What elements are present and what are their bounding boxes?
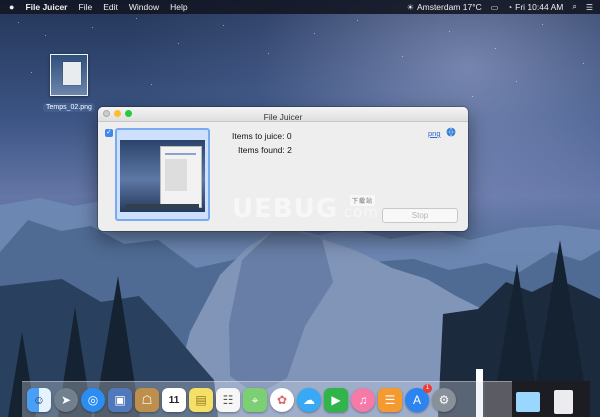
globe-icon[interactable] bbox=[446, 127, 456, 137]
dock: ☺ ➤ ◎ ▣ ☖ 11 ▤ ☷ ⌖ ✿ ☁ ▶ ♫ ☰ A 1 ⚙ bbox=[22, 381, 512, 417]
png-format-link[interactable]: png bbox=[428, 129, 441, 138]
weather-text: Amsterdam 17°C bbox=[416, 2, 482, 12]
app-store-badge: 1 bbox=[423, 384, 432, 393]
menu-bar: ● File Juicer File Edit Window Help ☀ Am… bbox=[0, 0, 600, 14]
stop-button[interactable]: Stop bbox=[382, 208, 458, 223]
window-titlebar[interactable]: File Juicer bbox=[98, 107, 468, 122]
items-found-value: 2 bbox=[287, 145, 292, 155]
minimize-button[interactable] bbox=[114, 110, 121, 117]
menu-bar-left: ● File Juicer File Edit Window Help bbox=[0, 2, 188, 12]
clock-icon: ◔ bbox=[507, 2, 513, 12]
messages-icon[interactable]: ☁ bbox=[297, 388, 321, 412]
itunes-icon[interactable]: ♫ bbox=[351, 388, 375, 412]
zoom-button[interactable] bbox=[125, 110, 132, 117]
clock-status[interactable]: ◔ Fri 10:44 AM bbox=[507, 2, 563, 12]
menu-file[interactable]: File bbox=[79, 2, 93, 12]
menu-edit[interactable]: Edit bbox=[103, 2, 118, 12]
items-to-juice: Items to juice: 0 bbox=[232, 131, 292, 141]
window-title: File Juicer bbox=[263, 112, 303, 122]
trash-icon[interactable] bbox=[554, 390, 573, 414]
menu-help[interactable]: Help bbox=[170, 2, 187, 12]
system-preferences-icon[interactable]: ⚙ bbox=[432, 388, 456, 412]
menu-window[interactable]: Window bbox=[129, 2, 159, 12]
include-checkbox[interactable]: ✓ bbox=[105, 129, 113, 137]
maps-icon[interactable]: ⌖ bbox=[243, 388, 267, 412]
screenshot-thumbnail bbox=[120, 140, 205, 212]
items-found-label: Items found: bbox=[238, 145, 285, 155]
preview-icon[interactable]: ▣ bbox=[108, 388, 132, 412]
clock-text: Fri 10:44 AM bbox=[515, 2, 564, 12]
apple-logo-icon[interactable]: ● bbox=[9, 2, 14, 12]
desktop-file-name: Temps_02.png bbox=[43, 103, 95, 112]
airplay-icon[interactable]: ▭ bbox=[491, 3, 499, 12]
calendar-icon[interactable]: 11 bbox=[162, 388, 186, 412]
desktop: ● File Juicer File Edit Window Help ☀ Am… bbox=[0, 0, 600, 417]
app-store-icon[interactable]: A 1 bbox=[405, 384, 432, 412]
notification-center-icon[interactable]: ☰ bbox=[586, 3, 593, 12]
calendar-day: 11 bbox=[168, 394, 180, 406]
safari-icon[interactable]: ◎ bbox=[81, 388, 105, 412]
contacts-icon[interactable]: ☖ bbox=[135, 388, 159, 412]
photos-icon[interactable]: ✿ bbox=[270, 388, 294, 412]
items-found: Items found: 2 bbox=[238, 145, 292, 155]
menu-app-name[interactable]: File Juicer bbox=[25, 2, 67, 12]
items-to-juice-value: 0 bbox=[286, 131, 292, 141]
spotlight-search-icon[interactable]: ⌕ bbox=[572, 2, 576, 12]
desktop-file-temps[interactable]: Temps_02.png bbox=[40, 54, 98, 114]
site-watermark: UEBUG.com 下载站 bbox=[232, 194, 379, 224]
reminders-icon[interactable]: ☷ bbox=[216, 388, 240, 412]
watermark-text: UEBUG bbox=[232, 194, 339, 224]
thumbnail-window bbox=[160, 146, 202, 208]
thumbnail-dock bbox=[126, 204, 199, 209]
downloads-folder-icon[interactable] bbox=[516, 392, 540, 412]
launchpad-icon[interactable]: ➤ bbox=[54, 388, 78, 412]
selected-file-preview[interactable] bbox=[115, 128, 210, 221]
finder-icon[interactable]: ☺ bbox=[27, 388, 51, 412]
menu-bar-status: ☀ Amsterdam 17°C ▭ ◔ Fri 10:44 AM ⌕ ☰ bbox=[407, 0, 593, 14]
weather-icon: ☀ bbox=[406, 2, 414, 12]
watermark-chinese: 下载站 bbox=[350, 195, 376, 206]
ibooks-icon[interactable]: ☰ bbox=[378, 388, 402, 412]
window-traffic-lights bbox=[103, 110, 132, 117]
close-button[interactable] bbox=[103, 110, 110, 117]
png-file-icon bbox=[50, 54, 88, 96]
weather-status[interactable]: ☀ Amsterdam 17°C bbox=[407, 2, 482, 12]
items-to-juice-label: Items to juice: bbox=[232, 131, 285, 141]
notes-icon[interactable]: ▤ bbox=[189, 388, 213, 412]
facetime-icon[interactable]: ▶ bbox=[324, 388, 348, 412]
